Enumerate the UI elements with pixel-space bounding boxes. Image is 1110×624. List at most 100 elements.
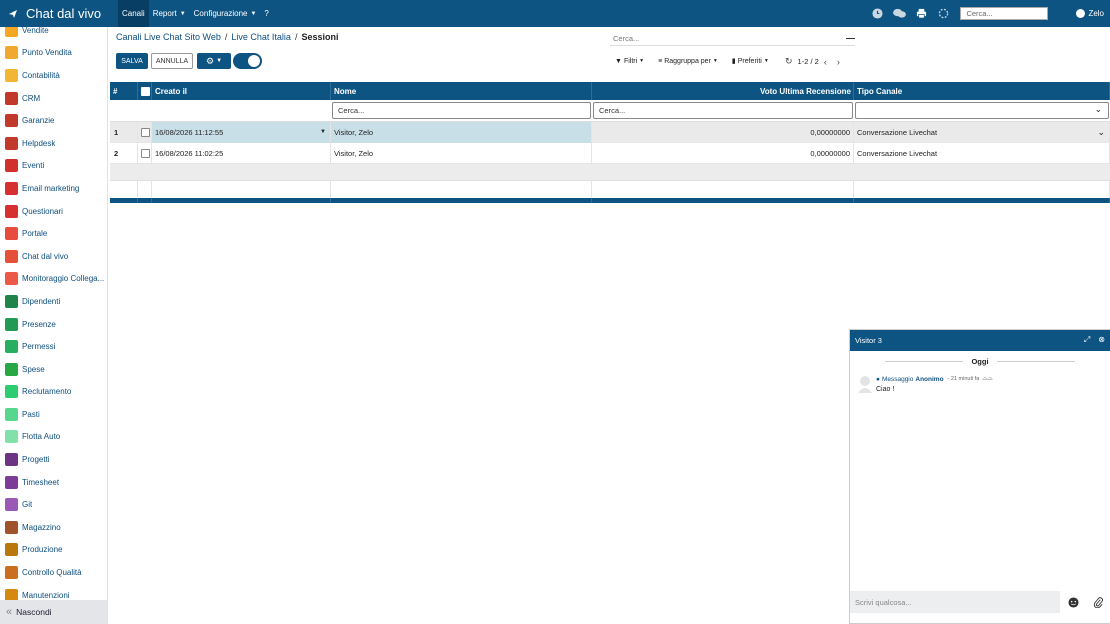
chat-message-input[interactable]: Scrivi qualcosa... (850, 591, 1060, 613)
row-checkbox[interactable] (141, 148, 150, 158)
sidebar-hide-label: Nascondi (16, 607, 52, 617)
search-collapse-icon[interactable]: — (846, 33, 855, 43)
sidebar-item-spese[interactable]: Spese (0, 358, 107, 381)
sidebar-item-flotta-auto[interactable]: Flotta Auto (0, 426, 107, 449)
user-menu[interactable]: Zelo (1076, 9, 1104, 18)
paper-plane-icon (5, 181, 18, 195)
cancel-button[interactable]: ANNULLA (151, 53, 193, 69)
sidebar-item-presenze[interactable]: Presenze (0, 313, 107, 336)
breadcrumb-link-channels[interactable]: Canali Live Chat Sito Web (116, 32, 221, 42)
menu-canali[interactable]: Canali (118, 0, 149, 27)
link-icon (5, 272, 18, 286)
filters-label: Filtri (623, 57, 638, 65)
wrench-icon (5, 543, 18, 557)
calendar-leave-icon (5, 340, 18, 354)
sidebar-item-magazzino[interactable]: Magazzino (0, 516, 107, 539)
sidebar-item-git[interactable]: Git (0, 493, 107, 516)
expand-icon[interactable]: ⤢ (1084, 335, 1090, 345)
message-author[interactable]: Anonimo (915, 376, 943, 383)
activity-clock-icon[interactable] (870, 7, 884, 21)
name-value: Visitor, Zelo (331, 142, 592, 164)
group-by-dropdown[interactable]: ≡ Raggruppa per ▼ (658, 58, 718, 65)
chevron-left-icon[interactable]: ‹ (824, 57, 827, 67)
sidebar-item-contabilit[interactable]: Contabilità (0, 64, 107, 87)
messaging-icon[interactable] (892, 7, 906, 21)
store-icon (5, 46, 18, 60)
sidebar-item-punto-vendita[interactable]: Punto Vendita (0, 42, 107, 65)
printer-icon[interactable] (914, 7, 928, 21)
refresh-icon[interactable]: ↻ (785, 56, 793, 67)
sidebar-item-produzione[interactable]: Produzione (0, 539, 107, 562)
sidebar-item-label: Spese (22, 364, 45, 374)
channel-type-value: Conversazione Livechat (854, 142, 1110, 164)
sidebar-item-portale[interactable]: Portale (0, 222, 107, 245)
sidebar-item-label: Contabilità (22, 70, 60, 80)
col-header-rating[interactable]: Voto Ultima Recensione (592, 82, 854, 100)
quality-icon (5, 566, 18, 580)
save-button[interactable]: SALVA (116, 53, 148, 69)
sidebar-item-label: Magazzino (22, 522, 61, 532)
channel-type-select[interactable]: Conversazione Livechat ⌄ (854, 121, 1110, 143)
view-toggle-switch[interactable] (233, 53, 262, 69)
sidebar-item-vendite[interactable]: Vendite (0, 27, 107, 42)
sidebar-item-reclutamento[interactable]: Reclutamento (0, 381, 107, 404)
rating-filter-input[interactable]: Cerca... (593, 102, 853, 119)
clock-icon (5, 475, 18, 489)
menu-report[interactable]: Report ▼ (149, 0, 190, 27)
table-header: # Creato il Nome Voto Ultima Recensione … (110, 82, 1110, 100)
close-icon[interactable]: ⊗ (1098, 335, 1105, 345)
sidebar-item-permessi[interactable]: Permessi (0, 335, 107, 358)
filter-cell-name: Cerca... (331, 100, 592, 122)
name-field[interactable]: Visitor, Zelo (331, 121, 592, 143)
sidebar-item-timesheet[interactable]: Timesheet (0, 471, 107, 494)
menu-help-label: ? (264, 9, 269, 18)
sidebar-item-helpdesk[interactable]: Helpdesk (0, 132, 107, 155)
empty-cell (854, 181, 1110, 198)
table-row[interactable]: 2 16/08/2026 11:02:25 Visitor, Zelo 0,00… (110, 142, 1110, 164)
created-date-picker[interactable]: 16/08/2026 11:12:55 ▼ (152, 121, 331, 143)
sidebar-item-controllo-qualit[interactable]: Controllo Qualità (0, 561, 107, 584)
favorites-dropdown[interactable]: ▮ Preferiti ▼ (732, 57, 769, 66)
sidebar-item-questionari[interactable]: Questionari (0, 200, 107, 223)
filter-cell-empty (138, 100, 152, 122)
sidebar-item-label: Garanzie (22, 116, 55, 126)
pager-value[interactable]: 1-2 / 2 (798, 57, 819, 66)
sidebar-item-crm[interactable]: CRM (0, 87, 107, 110)
search-options: ▼ Filtri ▼ ≡ Raggruppa per ▼ ▮ Preferiti ▼ (615, 57, 783, 66)
app-title[interactable]: Chat dal vivo (0, 0, 118, 27)
avatar (1076, 9, 1086, 18)
chat-header[interactable]: Visitor 3 ⤢ ⊗ (850, 330, 1110, 351)
action-menu-button[interactable]: ⚙ ▼ (197, 53, 231, 69)
sidebar-item-label: Vendite (22, 27, 49, 35)
empty-row (110, 164, 1110, 181)
col-header-created[interactable]: Creato il (152, 82, 331, 100)
sidebar-hide-toggle[interactable]: « Nascondi (0, 600, 107, 624)
global-search-input[interactable]: Cerca... (960, 7, 1049, 20)
select-all-checkbox[interactable] (141, 86, 150, 96)
col-header-channel-type[interactable]: Tipo Canale (854, 82, 1110, 100)
sidebar-item-eventi[interactable]: Eventi (0, 155, 107, 178)
search-input[interactable]: Cerca... (610, 34, 855, 46)
menu-configurazione[interactable]: Configurazione ▼ (190, 0, 261, 27)
sidebar-item-garanzie[interactable]: Garanzie (0, 109, 107, 132)
sidebar-item-chat-dal-vivo[interactable]: Chat dal vivo (0, 245, 107, 268)
chevron-right-icon[interactable]: › (837, 57, 840, 67)
name-filter-input[interactable]: Cerca... (332, 102, 591, 119)
table-row[interactable]: 1 16/08/2026 11:12:55 ▼ Visitor, Zelo 0,0… (110, 121, 1110, 143)
channel-type-filter-select[interactable] (855, 102, 1109, 119)
menu-help[interactable]: ? (260, 0, 272, 27)
row-checkbox[interactable] (141, 127, 150, 137)
filters-dropdown[interactable]: ▼ Filtri ▼ (615, 58, 644, 65)
sidebar-item-dipendenti[interactable]: Dipendenti (0, 290, 107, 313)
paperclip-icon[interactable] (1093, 597, 1104, 608)
emoji-icon[interactable] (1068, 597, 1079, 608)
col-header-name[interactable]: Nome (331, 82, 592, 100)
breadcrumb-link-channel[interactable]: Live Chat Italia (231, 32, 291, 42)
sidebar-item-pasti[interactable]: Pasti (0, 403, 107, 426)
sidebar-item-label: Progetti (22, 455, 50, 465)
sidebar-item-label: Reclutamento (22, 387, 72, 397)
loading-spinner-icon (936, 7, 950, 21)
sidebar-item-monitoraggio-collega[interactable]: Monitoraggio Collega... (0, 268, 107, 291)
sidebar-item-email-marketing[interactable]: Email marketing (0, 177, 107, 200)
sidebar-item-progetti[interactable]: Progetti (0, 448, 107, 471)
